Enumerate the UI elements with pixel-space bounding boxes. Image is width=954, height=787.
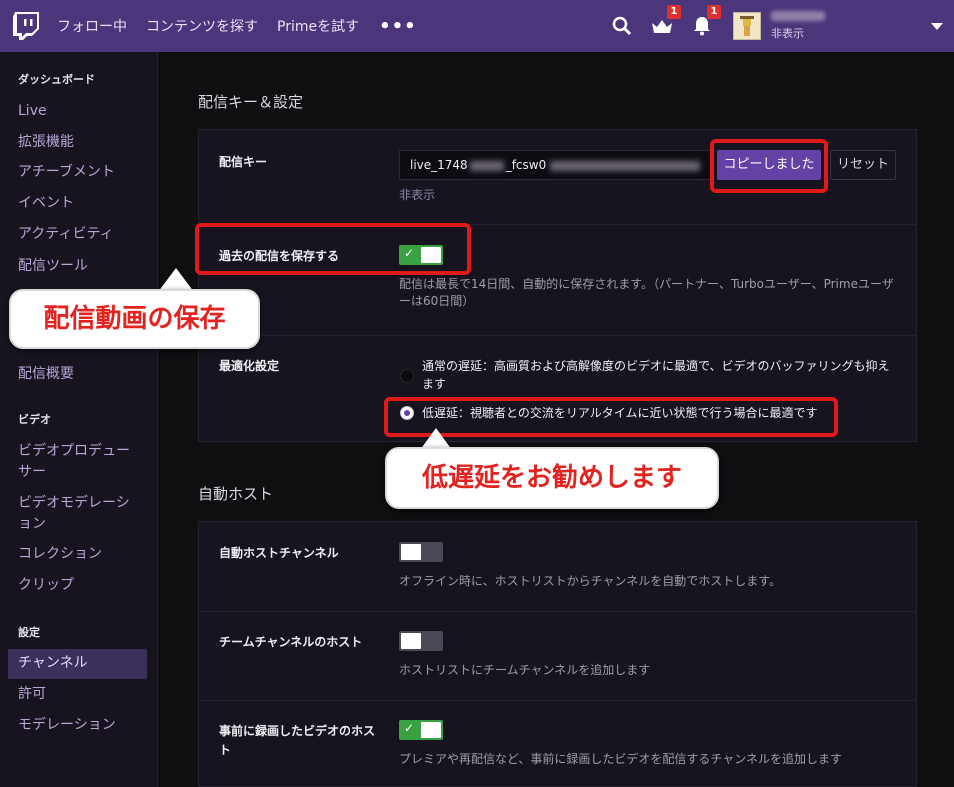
prerecorded-host-label: 事前に録画したビデオのホスト <box>219 724 376 757</box>
sidebar-item-stream-tools[interactable]: 配信ツール <box>18 256 143 277</box>
prerecorded-host-toggle[interactable]: ✓ <box>399 720 443 740</box>
low-latency-highlight <box>384 397 838 437</box>
nav-browse[interactable]: コンテンツを探す <box>146 16 258 36</box>
sidebar-item-permissions[interactable]: 許可 <box>18 684 143 705</box>
more-menu-icon[interactable]: ••• <box>379 16 417 37</box>
sidebar-item-stream-summary[interactable]: 配信概要 <box>18 364 143 385</box>
copy-button-highlight <box>710 139 828 193</box>
sidebar-item-events[interactable]: イベント <box>18 193 143 214</box>
sidebar-header-dashboard: ダッシュボード <box>18 73 95 86</box>
hide-key-link[interactable]: 非表示 <box>399 187 435 204</box>
stream-key-field[interactable]: live_1748 _fcsw0 <box>399 150 711 180</box>
auto-host-panel: 自動ホストチャンネル オフライン時に、ホストリストからチャンネルを自動でホストし… <box>198 521 917 787</box>
user-status: 非表示 <box>771 27 804 40</box>
chevron-down-icon[interactable] <box>931 22 943 30</box>
row-divider <box>199 335 916 336</box>
nav-following[interactable]: フォロー中 <box>57 16 127 36</box>
team-host-toggle[interactable] <box>399 631 443 651</box>
archive-row-highlight <box>195 223 471 275</box>
sidebar-item-collections[interactable]: コレクション <box>18 544 143 565</box>
auto-host-channels-label: 自動ホストチャンネル <box>219 546 339 560</box>
toggle-knob <box>401 544 421 560</box>
auto-host-title: 自動ホスト <box>198 485 274 503</box>
auto-host-channels-toggle[interactable] <box>399 542 443 562</box>
sidebar-item-activity[interactable]: アクティビティ <box>18 224 143 245</box>
auto-host-channels-desc: オフライン時に、ホストリストからチャンネルを自動でホストします。 <box>399 574 782 588</box>
stream-key-mid: _fcsw0 <box>505 158 547 172</box>
check-icon: ✓ <box>404 721 415 735</box>
twitch-logo-icon[interactable] <box>13 12 39 40</box>
notifications-bell-icon[interactable]: 1 <box>691 5 721 37</box>
latency-callout: 低遅延をお勧めします <box>385 447 719 509</box>
team-host-label: チームチャンネルのホスト <box>219 635 363 649</box>
normal-latency-label[interactable]: 通常の遅延：高画質および高解像度のビデオに最適で、ビデオのバッファリングも抑えま… <box>422 357 896 393</box>
sidebar-item-live[interactable]: Live <box>18 101 143 122</box>
save-callout: 配信動画の保存 <box>9 289 260 349</box>
sidebar-item-clips[interactable]: クリップ <box>18 575 143 596</box>
stream-key-blur <box>469 160 504 171</box>
sidebar-item-video-producer[interactable]: ビデオプロデューサー <box>18 441 143 483</box>
toggle-knob <box>401 633 421 649</box>
avatar[interactable] <box>733 12 761 40</box>
username-blurred <box>771 11 825 21</box>
sidebar-item-video-moderation[interactable]: ビデオモデレーション <box>18 493 143 535</box>
prerecorded-host-desc: プレミアや再配信など、事前に録画したビデオを配信するチャンネルを追加します <box>399 752 843 766</box>
stream-key-prefix: live_1748 <box>410 158 468 172</box>
sidebar-item-channel[interactable]: チャンネル <box>18 653 143 674</box>
search-icon[interactable] <box>611 15 633 37</box>
stream-key-label: 配信キー <box>219 155 268 169</box>
stream-settings-title: 配信キー＆設定 <box>198 93 304 111</box>
sidebar: ダッシュボード Live 拡張機能 アチーブメント イベント アクティビティ 配… <box>0 52 158 787</box>
archive-broadcasts-desc: 配信は最長で14日間、自動的に保存されます。（パートナー、Turboユーザー、P… <box>399 277 894 308</box>
top-navigation-bar: フォロー中 コンテンツを探す Primeを試す ••• 1 1 非表示 <box>0 0 954 52</box>
sidebar-item-extensions[interactable]: 拡張機能 <box>18 132 143 153</box>
normal-latency-radio[interactable] <box>400 369 414 383</box>
team-host-desc: ホストリストにチームチャンネルを追加します <box>399 663 651 677</box>
toggle-knob <box>421 722 441 738</box>
reset-key-button[interactable]: リセット <box>830 150 896 180</box>
sidebar-header-settings: 設定 <box>18 626 40 639</box>
row-divider <box>199 700 916 701</box>
notifications-badge: 1 <box>707 5 721 19</box>
prime-badge: 1 <box>667 5 681 19</box>
sidebar-item-achievements[interactable]: アチーブメント <box>18 162 143 183</box>
prime-crown-icon[interactable]: 1 <box>651 5 681 37</box>
nav-try-prime[interactable]: Primeを試す <box>277 16 359 36</box>
sidebar-item-moderation[interactable]: モデレーション <box>18 715 143 736</box>
optimization-label: 最適化設定 <box>219 359 280 373</box>
user-menu[interactable]: 非表示 <box>771 11 931 41</box>
sidebar-header-video: ビデオ <box>18 413 51 426</box>
row-divider <box>199 611 916 612</box>
stream-key-blur-tail <box>550 160 701 171</box>
